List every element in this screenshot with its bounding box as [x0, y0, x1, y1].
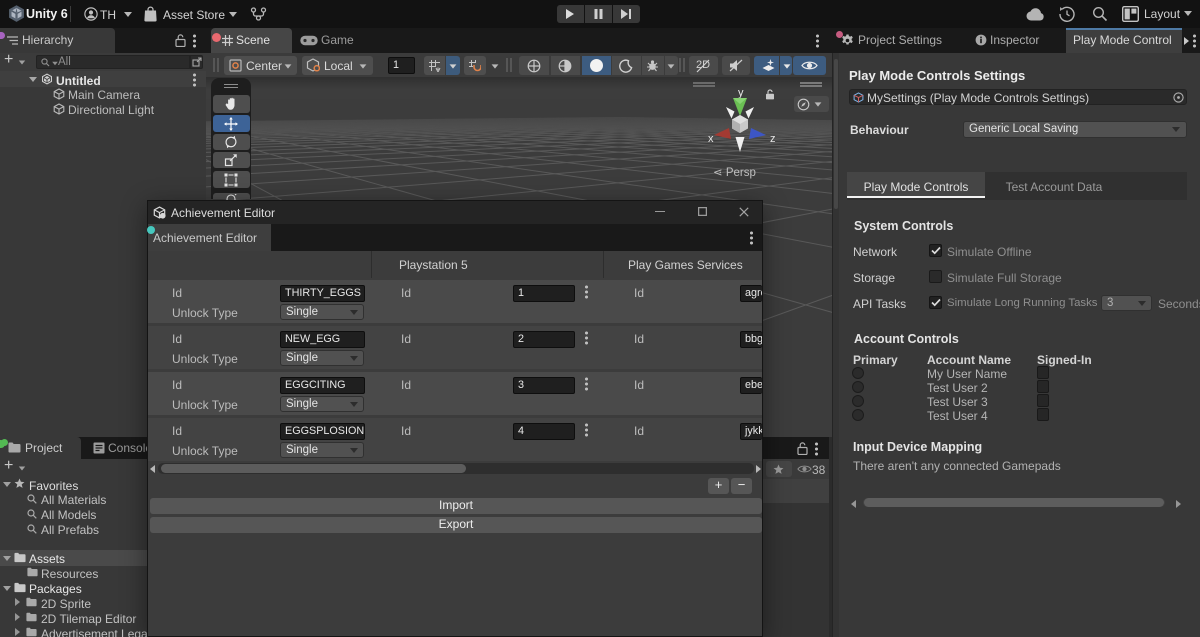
- svg-text:y: y: [738, 87, 744, 99]
- svg-text:z: z: [770, 133, 776, 145]
- svg-text:x: x: [708, 133, 714, 145]
